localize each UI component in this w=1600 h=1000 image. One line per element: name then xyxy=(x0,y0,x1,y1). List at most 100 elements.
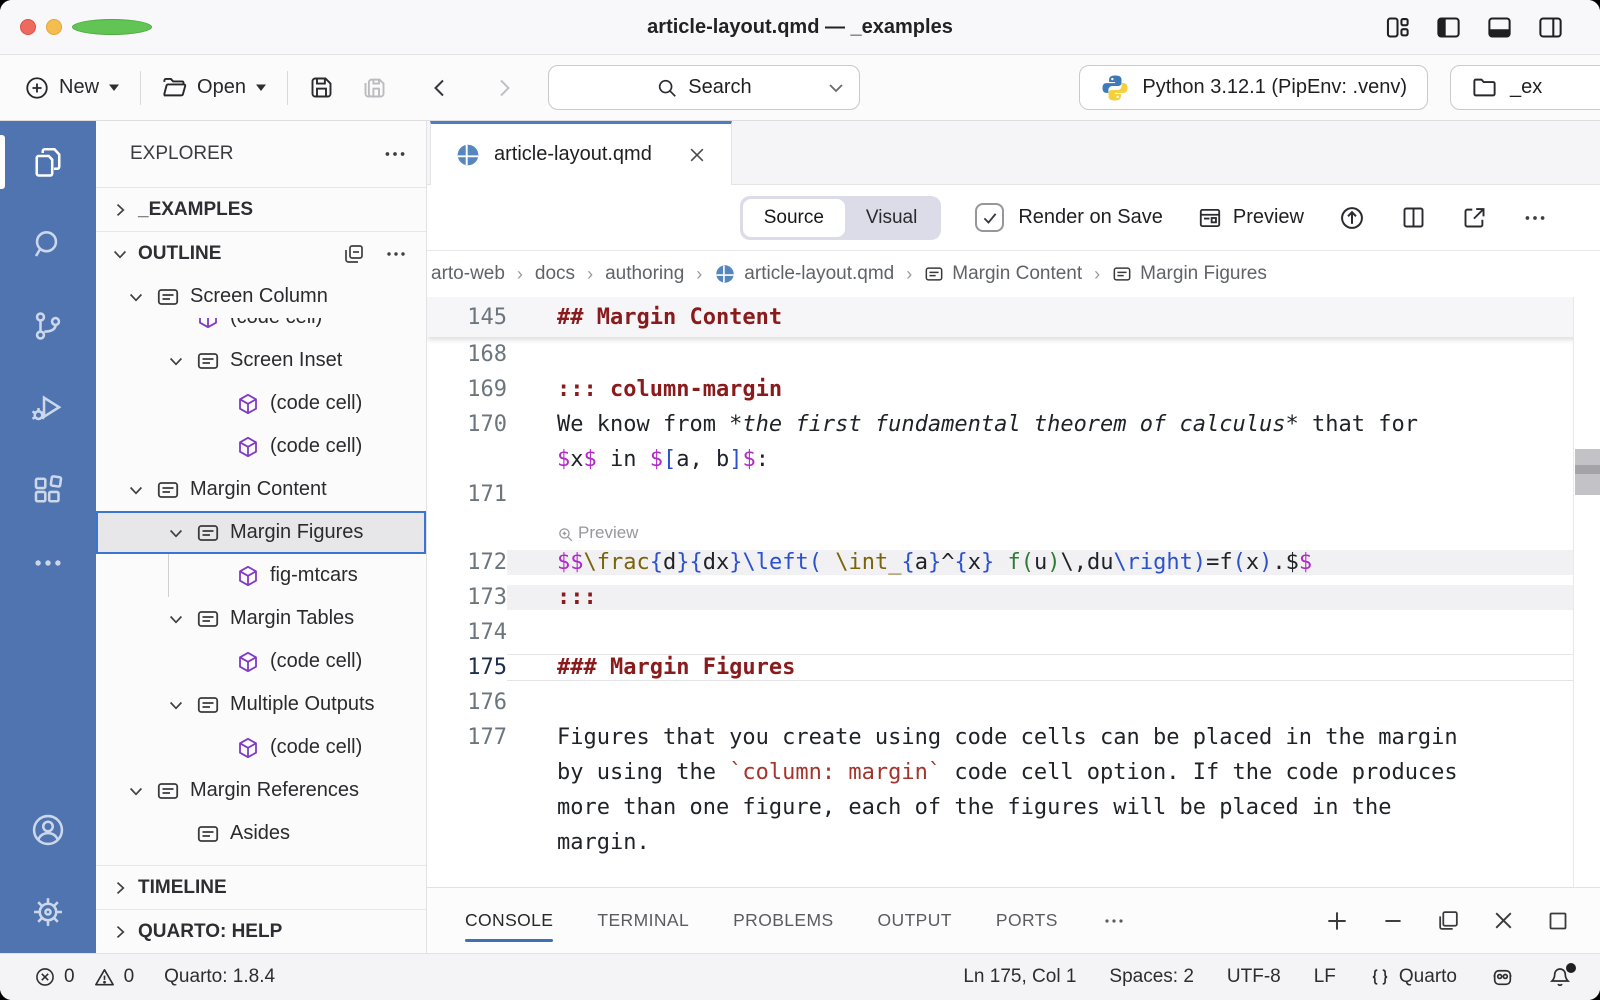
chevron-down-icon[interactable] xyxy=(827,82,845,94)
chevron-down-icon[interactable] xyxy=(156,609,196,629)
settings-gear-icon[interactable] xyxy=(0,871,96,953)
collapse-all-icon[interactable] xyxy=(342,242,366,266)
code-line-170[interactable]: 170We know from *the first fundamental t… xyxy=(427,407,1600,442)
code-line-173[interactable]: 173::: xyxy=(427,580,1600,615)
outline-item-margin-references[interactable]: Margin References xyxy=(96,769,426,812)
outline-item--code-cell-[interactable]: (code cell) xyxy=(96,425,426,468)
close-tab-icon[interactable] xyxy=(687,145,707,165)
panel-more-tabs-icon[interactable] xyxy=(1102,909,1126,933)
toggle-panel-icon[interactable] xyxy=(1486,14,1513,41)
panel-tab-output[interactable]: OUTPUT xyxy=(878,888,952,954)
source-mode-button[interactable]: Source xyxy=(743,199,845,237)
breadcrumb-item[interactable]: Margin Content xyxy=(924,263,1082,285)
new-button[interactable]: New xyxy=(24,75,120,101)
chevron-down-icon[interactable] xyxy=(156,523,196,543)
python-interpreter-button[interactable]: Python 3.12.1 (PipEnv: .venv) xyxy=(1079,65,1428,110)
panel-maximize-icon[interactable] xyxy=(1546,909,1570,933)
source-control-view-icon[interactable] xyxy=(0,285,96,367)
render-publish-icon[interactable] xyxy=(1338,204,1366,232)
breadcrumb-item[interactable]: article-layout.qmd xyxy=(714,263,894,285)
chevron-down-icon[interactable] xyxy=(156,695,196,715)
editor-scrollbar[interactable] xyxy=(1573,297,1600,887)
preview-button[interactable]: Preview xyxy=(1197,205,1304,231)
code-line-168[interactable]: 168 xyxy=(427,337,1600,372)
problems-status[interactable]: 0 0 xyxy=(34,966,134,989)
render-on-save-checkbox[interactable] xyxy=(975,203,1004,232)
code-line-wrap[interactable]: margin. xyxy=(427,825,1600,860)
customize-layout-icon[interactable] xyxy=(1384,14,1411,41)
panel-tab-console[interactable]: CONSOLE xyxy=(465,888,553,954)
outline-item-screen-column[interactable]: Screen Column xyxy=(96,275,426,318)
breadcrumb-item[interactable]: arto-web xyxy=(431,263,505,285)
panel-tab-terminal[interactable]: TERMINAL xyxy=(597,888,689,954)
chevron-down-icon[interactable] xyxy=(116,480,156,500)
copilot-icon[interactable] xyxy=(1490,965,1515,990)
outline-item-margin-figures[interactable]: Margin Figures xyxy=(96,511,426,554)
breadcrumb-item[interactable]: authoring xyxy=(605,263,684,285)
outline-item--code-cell-[interactable]: (code cell) xyxy=(96,382,426,425)
open-button[interactable]: Open xyxy=(161,74,267,101)
panel-restore-icon[interactable] xyxy=(1436,908,1461,933)
cursor-position-status[interactable]: Ln 175, Col 1 xyxy=(963,966,1076,988)
save-all-icon[interactable] xyxy=(361,74,388,101)
extensions-view-icon[interactable] xyxy=(0,449,96,531)
code-line-177[interactable]: 177Figures that you create using code ce… xyxy=(427,720,1600,755)
visual-mode-button[interactable]: Visual xyxy=(845,199,938,237)
outline-item--code-cell-[interactable]: (code cell) xyxy=(96,640,426,683)
outline-item-margin-tables[interactable]: Margin Tables xyxy=(96,597,426,640)
search-view-icon[interactable] xyxy=(0,203,96,285)
notifications-bell-icon[interactable] xyxy=(1548,965,1572,989)
indentation-status[interactable]: Spaces: 2 xyxy=(1109,966,1194,988)
chevron-down-icon[interactable] xyxy=(156,351,196,371)
code-line-171[interactable]: 171 xyxy=(427,477,1600,512)
breadcrumb-item[interactable]: docs xyxy=(535,263,575,285)
outline-item-margin-content[interactable]: Margin Content xyxy=(96,468,426,511)
section-outline[interactable]: OUTLINE xyxy=(96,231,426,275)
code-line-wrap[interactable]: $x$ in $[a, b]$: xyxy=(427,442,1600,477)
outline-item--code-cell-[interactable]: (code cell) xyxy=(96,318,426,339)
chevron-down-icon[interactable] xyxy=(116,781,156,801)
outline-item-asides[interactable]: Asides xyxy=(96,812,426,855)
panel-close-icon[interactable] xyxy=(1491,908,1516,933)
split-editor-icon[interactable] xyxy=(1400,204,1427,231)
explorer-more-actions-icon[interactable] xyxy=(382,141,408,167)
account-icon[interactable] xyxy=(0,789,96,871)
language-mode-status[interactable]: Quarto xyxy=(1369,966,1457,988)
codelens-preview[interactable]: Preview xyxy=(427,512,1600,545)
code-line-wrap[interactable]: by using the `column: margin` code cell … xyxy=(427,755,1600,790)
quarto-version-status[interactable]: Quarto: 1.8.4 xyxy=(164,966,275,988)
panel-new-icon[interactable] xyxy=(1324,908,1350,934)
section-examples[interactable]: _EXAMPLES xyxy=(96,187,426,231)
explorer-view-icon[interactable] xyxy=(0,121,96,203)
code-editor[interactable]: 145 ## Margin Content 168169::: column-m… xyxy=(427,297,1600,887)
open-external-icon[interactable] xyxy=(1461,204,1488,231)
outline-more-actions-icon[interactable] xyxy=(384,242,408,266)
toggle-secondary-sidebar-icon[interactable] xyxy=(1537,14,1564,41)
outline-item--code-cell-[interactable]: (code cell) xyxy=(96,726,426,769)
eol-status[interactable]: LF xyxy=(1314,966,1336,988)
save-icon[interactable] xyxy=(308,74,335,101)
outline-item-screen-inset[interactable]: Screen Inset xyxy=(96,339,426,382)
more-views-icon[interactable] xyxy=(0,531,96,595)
panel-tab-problems[interactable]: PROBLEMS xyxy=(733,888,833,954)
editor-more-actions-icon[interactable] xyxy=(1522,205,1548,231)
panel-minimize-icon[interactable] xyxy=(1380,908,1406,934)
outline-item-multiple-outputs[interactable]: Multiple Outputs xyxy=(96,683,426,726)
search-input[interactable]: Search xyxy=(548,65,860,110)
code-line-175[interactable]: 175### Margin Figures xyxy=(427,650,1600,685)
tab-article-layout[interactable]: article-layout.qmd xyxy=(430,121,732,185)
code-line-169[interactable]: 169::: column-margin xyxy=(427,372,1600,407)
code-line-wrap[interactable]: more than one figure, each of the figure… xyxy=(427,790,1600,825)
run-debug-view-icon[interactable] xyxy=(0,367,96,449)
workspace-folder-button[interactable]: _ex xyxy=(1450,65,1600,110)
section-quarto-help[interactable]: QUARTO: HELP xyxy=(96,909,426,953)
code-line-174[interactable]: 174 xyxy=(427,615,1600,650)
navigate-back-icon[interactable] xyxy=(428,76,452,100)
code-line-172[interactable]: 172$$\frac{d}{dx}\left( \int_{a}^{x} f(u… xyxy=(427,545,1600,580)
section-timeline[interactable]: TIMELINE xyxy=(96,865,426,909)
code-line-176[interactable]: 176 xyxy=(427,685,1600,720)
encoding-status[interactable]: UTF-8 xyxy=(1227,966,1281,988)
outline-item-fig-mtcars[interactable]: fig-mtcars xyxy=(96,554,426,597)
panel-tab-ports[interactable]: PORTS xyxy=(996,888,1058,954)
breadcrumb-item[interactable]: Margin Figures xyxy=(1112,263,1267,285)
